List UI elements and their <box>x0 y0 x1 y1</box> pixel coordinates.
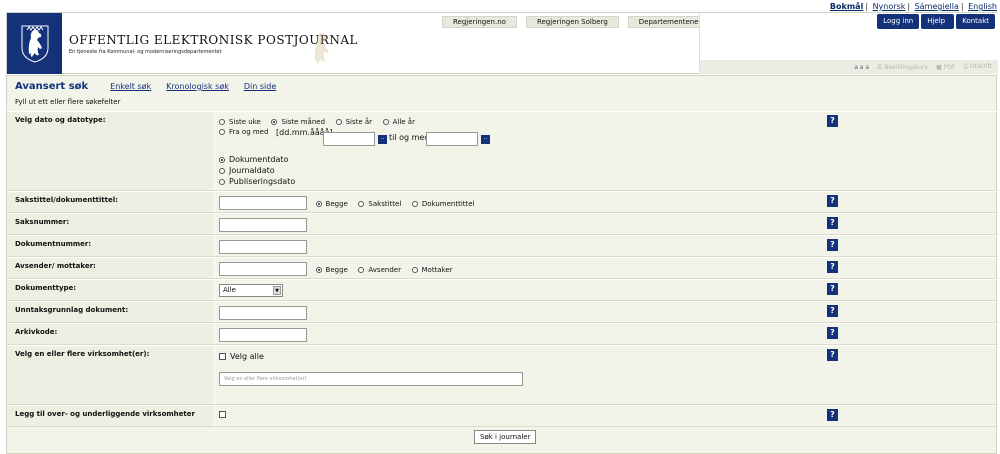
date-label: Velg dato og datotype: <box>7 112 215 190</box>
title-row: Sakstittel/dokumenttittel: ? Begge Sakst… <box>7 191 998 213</box>
exemption-label: Unntaksgrunnlag dokument: <box>7 302 215 322</box>
regjeringen-link[interactable]: Regjeringen.no <box>442 16 517 28</box>
sender-option-recipient[interactable]: Mottaker <box>411 266 453 274</box>
period-all-years[interactable]: Alle år <box>382 118 415 126</box>
top-links: Regjeringen.no Regjeringen Solberg Depar… <box>442 16 710 28</box>
login-button[interactable]: Logg inn <box>877 14 920 29</box>
sender-input[interactable] <box>219 262 307 276</box>
date-type-published[interactable]: Publiseringsdato <box>219 176 994 187</box>
site-header: OFFENTLIG ELEKTRONISK POSTJOURNAL En tje… <box>6 12 998 74</box>
sub-agencies-row: Legg til over- og underliggende virksomh… <box>7 405 998 427</box>
period-last-month[interactable]: Siste måned <box>271 118 325 126</box>
help-icon[interactable]: ? <box>827 305 838 317</box>
archive-code-input[interactable] <box>219 328 307 342</box>
help-icon[interactable]: ? <box>827 195 838 207</box>
help-icon[interactable]: ? <box>827 327 838 339</box>
title-label: Sakstittel/dokumenttittel: <box>7 192 215 212</box>
tab-simple-search[interactable]: Enkelt søk <box>110 82 151 91</box>
title-option-both[interactable]: Begge <box>315 200 348 208</box>
lang-english-link[interactable]: English <box>968 2 997 11</box>
search-submit-button[interactable]: Søk i journaler <box>474 430 537 444</box>
help-icon[interactable]: ? <box>827 217 838 229</box>
document-number-row: Dokumentnummer: ? <box>7 235 998 257</box>
period-last-week[interactable]: Siste uke <box>219 118 261 126</box>
agencies-input[interactable]: Velg en eller flere virksomhet(er) <box>219 372 523 386</box>
period-last-year[interactable]: Siste år <box>335 118 372 126</box>
to-date-label: til og med <box>389 133 430 142</box>
case-number-input[interactable] <box>219 218 307 232</box>
document-type-select[interactable]: Alle ▼ <box>219 284 283 297</box>
case-number-label: Saksnummer: <box>7 214 215 234</box>
search-hint: Fyll ut ett eller flere søkefelter <box>15 98 121 106</box>
sender-option-both[interactable]: Begge <box>315 266 348 274</box>
lang-nynorsk-link[interactable]: Nynorsk <box>873 2 906 11</box>
exemption-row: Unntaksgrunnlag dokument: ? <box>7 301 998 323</box>
document-type-label: Dokumenttype: <box>7 280 215 300</box>
sub-agencies-label: Legg til over- og underliggende virksomh… <box>7 406 215 426</box>
archive-code-row: Arkivkode: ? <box>7 323 998 345</box>
sender-row: Avsender/ mottaker: ? Begge Avsender Mot… <box>7 257 998 279</box>
lang-samegiella-link[interactable]: Sámegiella <box>915 2 959 11</box>
agencies-row: Velg en eller flere virksomhet(er): ? Ve… <box>7 345 998 405</box>
from-date-input[interactable] <box>323 132 375 146</box>
to-date-input[interactable] <box>426 132 478 146</box>
print-link[interactable]: ⎙ Utskrift <box>963 63 992 71</box>
tab-my-page[interactable]: Din side <box>244 82 276 91</box>
exemption-input[interactable] <box>219 306 307 320</box>
lion-watermark-icon <box>314 32 329 64</box>
help-icon[interactable]: ? <box>827 349 838 361</box>
title-option-document[interactable]: Dokumenttittel <box>411 200 475 208</box>
search-tabs: Avansert søk Enkelt søk Kronologisk søk … <box>15 81 291 92</box>
search-panel: Avansert søk Enkelt søk Kronologisk søk … <box>6 75 998 454</box>
order-basket-link[interactable]: ☰ Bestillingskurv <box>877 64 928 71</box>
coat-of-arms-logo[interactable] <box>7 13 62 74</box>
tab-advanced-search: Avansert søk <box>15 81 89 92</box>
help-icon[interactable]: ? <box>827 409 838 421</box>
title-option-case[interactable]: Sakstittel <box>358 200 401 208</box>
lion-icon <box>21 25 48 63</box>
departementene-link[interactable]: Departementene <box>627 16 710 28</box>
select-all-checkbox[interactable]: Velg alle <box>219 352 994 361</box>
help-icon[interactable]: ? <box>827 239 838 251</box>
lang-bokmal-link[interactable]: Bokmål <box>830 2 863 11</box>
case-number-row: Saksnummer: ? <box>7 213 998 235</box>
document-type-row: Dokumenttype: ? Alle ▼ <box>7 279 998 301</box>
header-tools-panel: Logg inn Hjelp Kontakt a a a ☰ Bestillin… <box>699 13 998 74</box>
regjeringen-solberg-link[interactable]: Regjeringen Solberg <box>525 16 619 28</box>
tools-bar: a a a ☰ Bestillingskurv ■ PDF ⎙ Utskrift <box>700 60 998 74</box>
site-subtitle: En tjeneste fra Kommunal- og moderniseri… <box>69 49 222 55</box>
sub-agencies-checkbox[interactable] <box>219 411 226 418</box>
sender-option-sender[interactable]: Avsender <box>358 266 401 274</box>
date-type-journal[interactable]: Journaldato <box>219 165 994 176</box>
contact-button[interactable]: Kontakt <box>956 14 995 29</box>
archive-code-label: Arkivkode: <box>7 324 215 344</box>
language-bar: Bokmål | Nynorsk | Sámegiella | English <box>829 2 997 11</box>
sender-label: Avsender/ mottaker: <box>7 258 215 278</box>
advanced-search-form: Velg dato og datotype: ? Siste uke Siste… <box>7 111 998 427</box>
pdf-link[interactable]: ■ PDF <box>936 64 955 71</box>
title-input[interactable] <box>219 196 307 210</box>
help-button[interactable]: Hjelp <box>921 14 955 29</box>
agencies-label: Velg en eller flere virksomhet(er): <box>7 346 215 404</box>
help-icon[interactable]: ? <box>827 115 838 127</box>
to-date-picker-button[interactable]: .. <box>481 135 490 144</box>
help-icon[interactable]: ? <box>827 261 838 273</box>
chevron-down-icon: ▼ <box>273 286 281 295</box>
document-number-input[interactable] <box>219 240 307 254</box>
date-row: Velg dato og datotype: ? Siste uke Siste… <box>7 111 998 191</box>
from-date-picker-button[interactable]: .. <box>378 135 387 144</box>
text-size-toggle[interactable]: a a a <box>854 64 869 71</box>
help-icon[interactable]: ? <box>827 283 838 295</box>
document-number-label: Dokumentnummer: <box>7 236 215 256</box>
date-type-document[interactable]: Dokumentdato <box>219 154 994 165</box>
period-from-to[interactable]: Fra og med <box>219 128 268 136</box>
tab-chronological-search[interactable]: Kronologisk søk <box>166 82 229 91</box>
